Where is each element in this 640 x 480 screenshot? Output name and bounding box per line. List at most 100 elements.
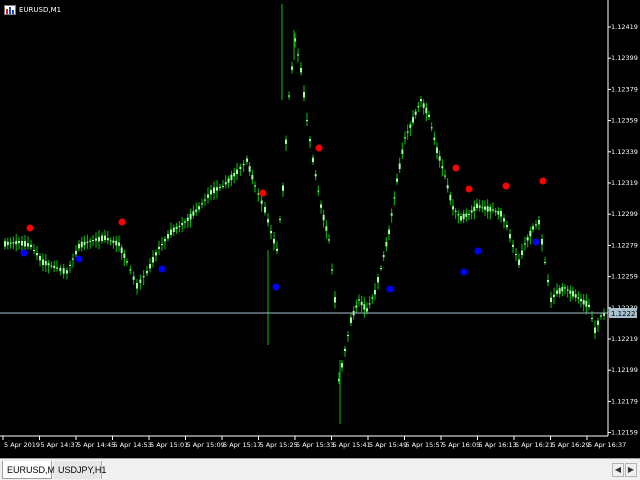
candle-body	[69, 264, 71, 266]
time-tick-label: 5 Apr 16:21	[515, 441, 553, 449]
candle-body	[101, 235, 103, 241]
candle-body	[279, 219, 281, 220]
time-tick-label: 5 Apr 15:33	[296, 441, 334, 449]
candle-body	[42, 259, 44, 265]
candle-body	[561, 286, 564, 292]
candle-body	[146, 271, 148, 274]
time-tick-label: 5 Apr 14:53	[114, 441, 152, 449]
sell-signal-dot	[315, 144, 323, 152]
candle-body	[175, 226, 178, 229]
candle-body	[186, 217, 189, 221]
candle-body	[509, 234, 511, 239]
buy-signal-dot	[20, 249, 28, 257]
price-tick-label: 1.12419	[611, 23, 638, 31]
candle-body	[366, 308, 368, 312]
candle-body	[422, 103, 425, 108]
candle-body	[600, 315, 602, 317]
candle-body	[204, 199, 206, 201]
candle-body	[355, 305, 358, 308]
candle-body	[446, 185, 449, 189]
price-chart[interactable]: 1.12419 1.12399 1.12379 1.12359 1.12339 1.123…	[0, 0, 640, 458]
candle-body	[577, 297, 580, 299]
candle-body	[341, 363, 343, 368]
chart-window-icon	[4, 5, 16, 15]
candle-body	[597, 320, 599, 325]
chart-symbol-title: EURUSD,M1	[19, 6, 62, 14]
candle-body	[273, 239, 275, 244]
price-tick-label: 1.12319	[611, 179, 638, 187]
sell-signal-dot	[465, 185, 473, 193]
candle-body	[322, 214, 325, 221]
candle-body	[219, 186, 221, 188]
candle-body	[317, 190, 320, 192]
candle-body	[239, 166, 242, 169]
candle-body	[385, 242, 388, 247]
sell-signal-dot	[539, 177, 547, 185]
candle-body	[248, 166, 251, 172]
candle-body	[120, 247, 123, 253]
candle-body	[136, 283, 138, 289]
candle-body	[264, 207, 266, 213]
tab-eurusd-m1[interactable]: EURUSD,M1	[2, 461, 60, 479]
candle-body	[53, 265, 56, 268]
candle-body	[331, 269, 333, 271]
candle-body	[503, 218, 505, 222]
candle-body	[222, 186, 224, 187]
candle-body	[574, 294, 577, 298]
price-tick-label: 1.12219	[611, 335, 638, 343]
candle-body	[303, 92, 305, 98]
tab-usdjpy-h1[interactable]: USDJPY,H1	[54, 461, 106, 479]
candle-body	[59, 267, 62, 272]
candle-body	[409, 124, 412, 128]
candle-body	[139, 279, 142, 283]
candle-body	[115, 240, 118, 246]
candle-body	[66, 270, 68, 274]
candle-body	[436, 147, 438, 153]
price-tick-label: 1.12179	[611, 397, 638, 405]
candle-body	[95, 238, 97, 241]
candle-body	[377, 277, 379, 283]
price-tick-label: 1.12279	[611, 241, 638, 249]
candle-body	[149, 264, 151, 269]
candle-body	[320, 204, 322, 208]
candle-body	[257, 193, 260, 195]
time-tick-label: 5 Apr 16:13	[479, 441, 517, 449]
candle-body	[50, 265, 53, 267]
candle-body	[572, 291, 574, 297]
candle-body	[30, 244, 32, 247]
time-tick-label: 5 Apr 15:25	[260, 441, 298, 449]
candle-body	[449, 194, 452, 201]
candle-body	[582, 300, 585, 305]
time-tick-label: 5 Apr 15:41	[333, 441, 371, 449]
candle-body	[288, 95, 290, 97]
candlestick-chart[interactable]: 1.12419 1.12399 1.12379 1.12359 1.12339 1.123…	[0, 0, 640, 458]
chevron-left-icon[interactable]: ◀	[612, 463, 624, 477]
time-tick-label: 5 Apr 15:09	[187, 441, 225, 449]
candle-body	[358, 299, 360, 301]
price-tick-label: 1.12299	[611, 210, 638, 218]
candle-body	[580, 299, 582, 302]
candle-body	[420, 99, 422, 102]
chevron-right-icon[interactable]: ▶	[625, 463, 637, 477]
candle-body	[72, 258, 74, 260]
candle-body	[529, 230, 532, 237]
candle-body	[547, 280, 549, 283]
candle-body	[460, 216, 462, 221]
candle-body	[12, 242, 15, 244]
signals-group	[20, 144, 547, 293]
candle-body	[129, 269, 132, 271]
candle-body	[216, 187, 218, 191]
candle-body	[158, 246, 160, 249]
candle-body	[270, 231, 272, 234]
price-tick-label: 1.12199	[611, 366, 638, 374]
candle-body	[506, 225, 508, 228]
candle-body	[382, 255, 385, 258]
candle-body	[457, 214, 460, 216]
candle-body	[189, 213, 192, 220]
candle-body	[524, 243, 526, 245]
candle-body	[155, 252, 157, 256]
candle-body	[388, 229, 390, 234]
candle-body	[438, 156, 441, 161]
candle-body	[181, 223, 184, 226]
buy-signal-dot	[386, 285, 394, 293]
